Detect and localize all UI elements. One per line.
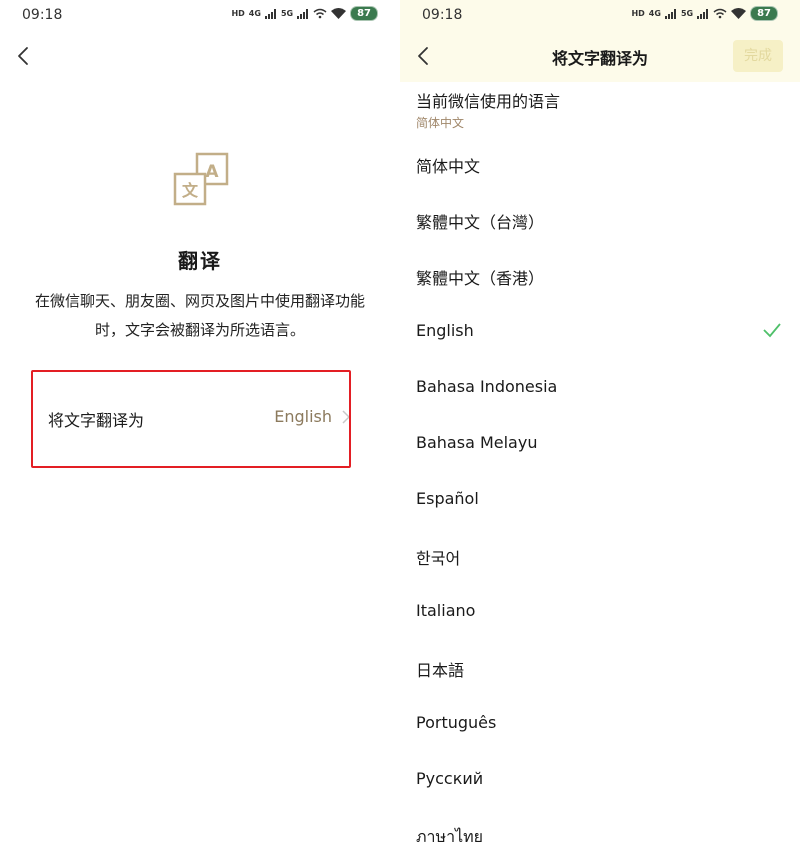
language-name: Bahasa Melayu	[416, 433, 538, 452]
checkmark-icon	[763, 323, 781, 338]
language-option[interactable]: Português	[400, 696, 800, 752]
current-language-section: 当前微信使用的语言 简体中文	[416, 88, 560, 131]
network-5g-indicator: 5G	[280, 8, 294, 18]
network-5g-indicator: 5G	[680, 8, 694, 18]
language-name: 繁體中文（香港）	[416, 269, 545, 288]
signal-icon	[297, 8, 309, 19]
hd-indicator: HD	[631, 8, 645, 18]
translate-icon: A 文	[173, 152, 229, 206]
setting-value: English	[274, 407, 332, 426]
svg-text:文: 文	[182, 181, 199, 200]
network-4g-indicator: 4G	[248, 8, 261, 18]
status-bar: 09:18 HD 4G 5G 87	[0, 0, 400, 30]
language-selection-screen: 09:18 HD 4G 5G 87 将文字翻译为 完成 当前微信使用的语言 简体…	[400, 0, 800, 868]
language-option[interactable]: Italiano	[400, 584, 800, 640]
language-option[interactable]: 繁體中文（台灣）	[400, 192, 800, 248]
signal-icon	[664, 8, 676, 19]
status-icons: HD 4G 5G 87	[231, 6, 378, 21]
language-option[interactable]: Bahasa Indonesia	[400, 360, 800, 416]
hd-indicator: HD	[231, 8, 245, 18]
network-4g-indicator: 4G	[648, 8, 661, 18]
language-list: 简体中文繁體中文（台灣） 繁體中文（香港） English Bahasa Indone…	[400, 136, 800, 864]
language-option[interactable]: 简体中文	[400, 136, 800, 192]
language-option[interactable]: 日本語	[400, 640, 800, 696]
wifi-icon	[731, 8, 747, 19]
status-time: 09:18	[422, 7, 463, 23]
status-icons: HD 4G 5G 87	[631, 6, 778, 21]
status-time: 09:18	[22, 7, 63, 23]
language-option[interactable]: 한국어	[400, 528, 800, 584]
language-option[interactable]: Bahasa Melayu	[400, 416, 800, 472]
signal-icon	[264, 8, 276, 19]
language-name: Português	[416, 713, 497, 732]
battery-indicator: 87	[750, 6, 778, 21]
svg-text:A: A	[205, 162, 219, 182]
language-name: Bahasa Indonesia	[416, 377, 558, 396]
language-option[interactable]: English	[400, 304, 800, 360]
language-option[interactable]: ภาษาไทย	[400, 808, 800, 864]
battery-indicator: 87	[350, 6, 378, 21]
language-option[interactable]: 繁體中文（香港）	[400, 248, 800, 304]
back-arrow-icon[interactable]	[14, 44, 34, 68]
wifi-icon	[331, 8, 347, 19]
setting-label: 将文字翻译为	[48, 411, 145, 430]
language-name: 日本語	[416, 661, 465, 680]
translation-description: 在微信聊天、朋友圈、网页及图片中使用翻译功能时，文字会被翻译为所选语言。	[34, 292, 365, 339]
page-title: 翻译	[178, 249, 222, 273]
language-name: Русский	[416, 769, 484, 788]
language-name: English	[416, 321, 474, 340]
current-language-title: 当前微信使用的语言	[416, 92, 561, 111]
status-bar: 09:18 HD 4G 5G 87	[400, 0, 800, 30]
language-name: ภาษาไทย	[416, 827, 484, 846]
language-option[interactable]: Español	[400, 472, 800, 528]
wifi-hotspot-icon	[713, 8, 727, 19]
language-name: Español	[416, 489, 479, 508]
language-name: Italiano	[416, 601, 476, 620]
wifi-hotspot-icon	[313, 8, 327, 19]
translate-to-setting-row[interactable]: 将文字翻译为 English	[32, 371, 350, 466]
translation-settings-screen: 09:18 HD 4G 5G 87 A 文 翻译 在微信聊天、朋友圈、网页及图片…	[0, 0, 400, 868]
language-name: 繁體中文（台灣）	[416, 213, 545, 232]
language-option[interactable]: Русский	[400, 752, 800, 808]
done-button[interactable]: 完成	[733, 40, 783, 72]
current-language-value: 简体中文	[416, 116, 465, 130]
signal-icon	[697, 8, 709, 19]
chevron-right-icon	[342, 410, 350, 424]
language-name: 한국어	[416, 549, 461, 568]
language-name: 简体中文	[416, 157, 481, 176]
